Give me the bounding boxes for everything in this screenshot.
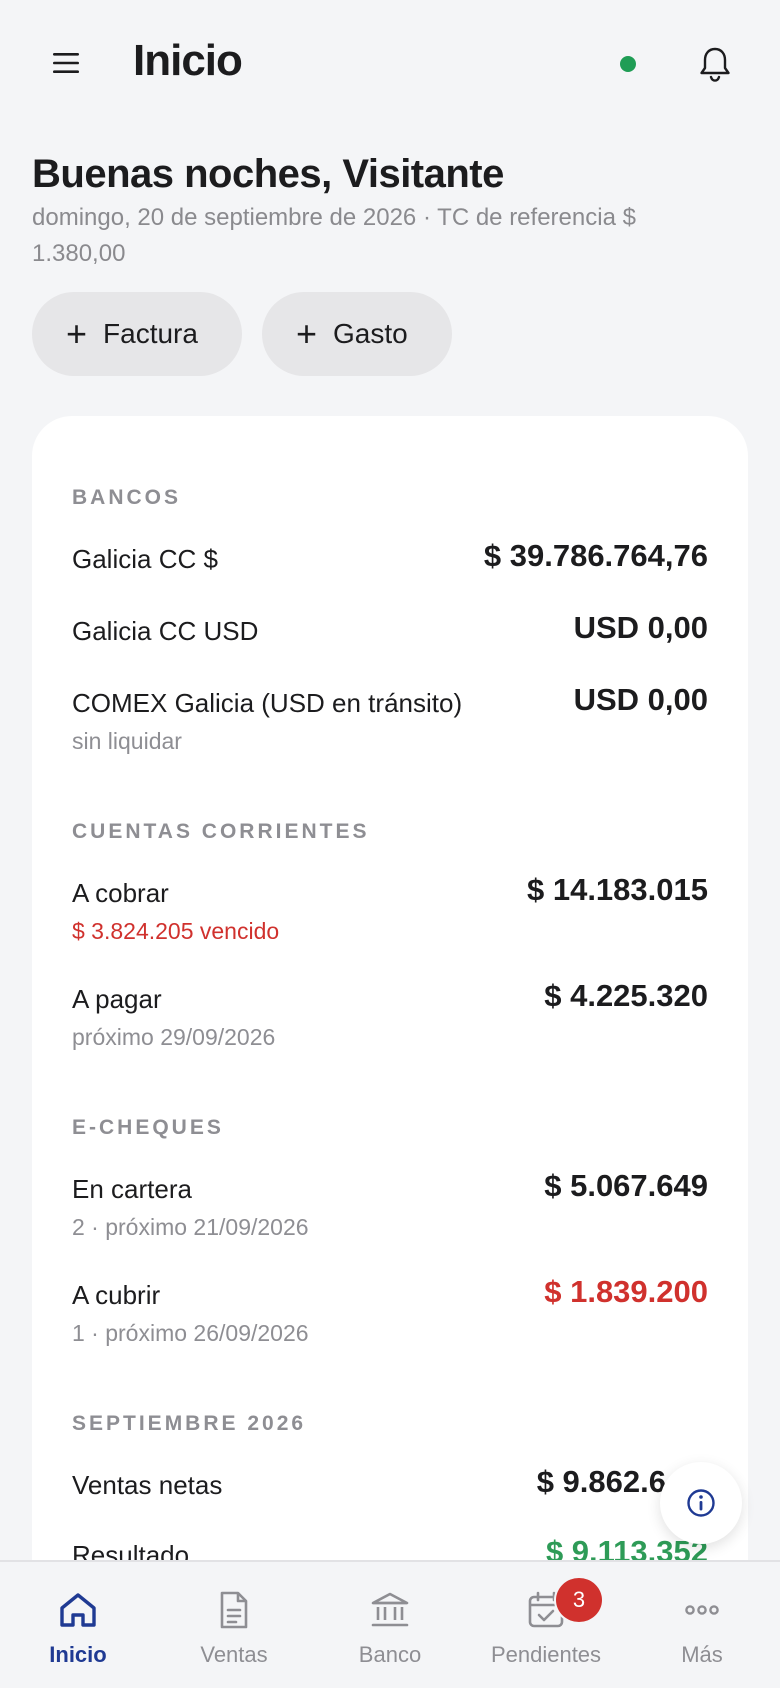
row-label-ventas-netas: Ventas netas — [72, 1470, 223, 1500]
row-sub-a-cubrir: 1 · próximo 26/09/2026 — [72, 1320, 309, 1346]
more-icon — [685, 1605, 719, 1615]
row-value-a-cobrar: $ 14.183.015 — [526, 872, 708, 907]
row-sub-a-cobrar: $ 3.824.205 vencido — [72, 918, 280, 944]
section-title-mes: SEPTIEMBRE 2026 — [72, 1412, 307, 1435]
row-value-en-cartera: $ 5.067.649 — [544, 1168, 708, 1203]
document-icon — [220, 1591, 248, 1629]
row-label-a-pagar: A pagar — [72, 984, 162, 1014]
greeting-subtitle: domingo, 20 de septiembre de 2026 · TC d… — [32, 204, 636, 267]
nav-item-ventas[interactable]: Ventas — [156, 1562, 312, 1688]
nav-item-banco[interactable]: Banco — [312, 1562, 468, 1688]
status-dot — [620, 56, 636, 72]
nav-label-ventas: Ventas — [200, 1642, 268, 1667]
row-sub-a-pagar: próximo 29/09/2026 — [72, 1024, 276, 1050]
bottom-nav: Inicio Ventas Banco 3 Pendientes Más — [0, 1560, 780, 1688]
menu-icon[interactable] — [50, 48, 84, 78]
summary-card: BANCOS Galicia CC $ $ 39.786.764,76 Gali… — [32, 416, 748, 1576]
section-title-bancos: BANCOS — [72, 486, 182, 509]
info-icon — [687, 1489, 715, 1517]
row-sub-comex: sin liquidar — [72, 728, 182, 754]
bank-icon — [371, 1592, 409, 1627]
add-gasto-button[interactable]: + Gasto — [262, 292, 452, 376]
row-label-a-cubrir: A cubrir — [72, 1280, 161, 1310]
section-title-cuentas: CUENTAS CORRIENTES — [72, 820, 370, 843]
row-label-galicia-usd: Galicia CC USD — [72, 616, 259, 646]
top-bar: Inicio — [0, 0, 780, 128]
nav-item-inicio[interactable]: Inicio — [0, 1562, 156, 1688]
add-gasto-label: Gasto — [333, 318, 408, 349]
info-button[interactable] — [660, 1462, 742, 1544]
add-factura-label: Factura — [103, 318, 198, 349]
row-label-a-cobrar: A cobrar — [72, 878, 169, 908]
row-value-comex: USD 0,00 — [573, 682, 708, 717]
row-value-a-pagar: $ 4.225.320 — [544, 978, 708, 1013]
bell-icon[interactable] — [696, 44, 734, 84]
row-label-galicia-ars: Galicia CC $ — [72, 544, 218, 574]
section-title-echeques: E-CHEQUES — [72, 1116, 224, 1139]
nav-label-inicio: Inicio — [49, 1642, 107, 1667]
row-value-galicia-ars: $ 39.786.764,76 — [483, 538, 708, 573]
row-sub-en-cartera: 2 · próximo 21/09/2026 — [72, 1214, 309, 1240]
row-label-comex: COMEX Galicia (USD en tránsito) — [72, 688, 463, 718]
add-factura-button[interactable]: + Factura — [32, 292, 242, 376]
nav-item-mas[interactable]: Más — [624, 1562, 780, 1688]
plus-icon: + — [296, 313, 318, 354]
row-value-ventas-netas: $ 9.862.6 — [536, 1464, 666, 1499]
page-title: Inicio — [133, 36, 243, 85]
row-label-en-cartera: En cartera — [72, 1174, 192, 1204]
nav-label-pendientes: Pendientes — [490, 1642, 602, 1667]
home-icon — [60, 1593, 96, 1627]
greeting-title: Buenas noches, Visitante — [32, 152, 504, 196]
row-value-galicia-usd: USD 0,00 — [573, 610, 708, 645]
nav-label-banco: Banco — [358, 1642, 422, 1667]
row-value-a-cubrir: $ 1.839.200 — [544, 1274, 708, 1309]
nav-item-pendientes[interactable]: 3 Pendientes — [468, 1562, 624, 1688]
pendientes-badge: 3 — [554, 1576, 604, 1624]
nav-label-mas: Más — [681, 1642, 723, 1667]
plus-icon: + — [66, 313, 88, 354]
